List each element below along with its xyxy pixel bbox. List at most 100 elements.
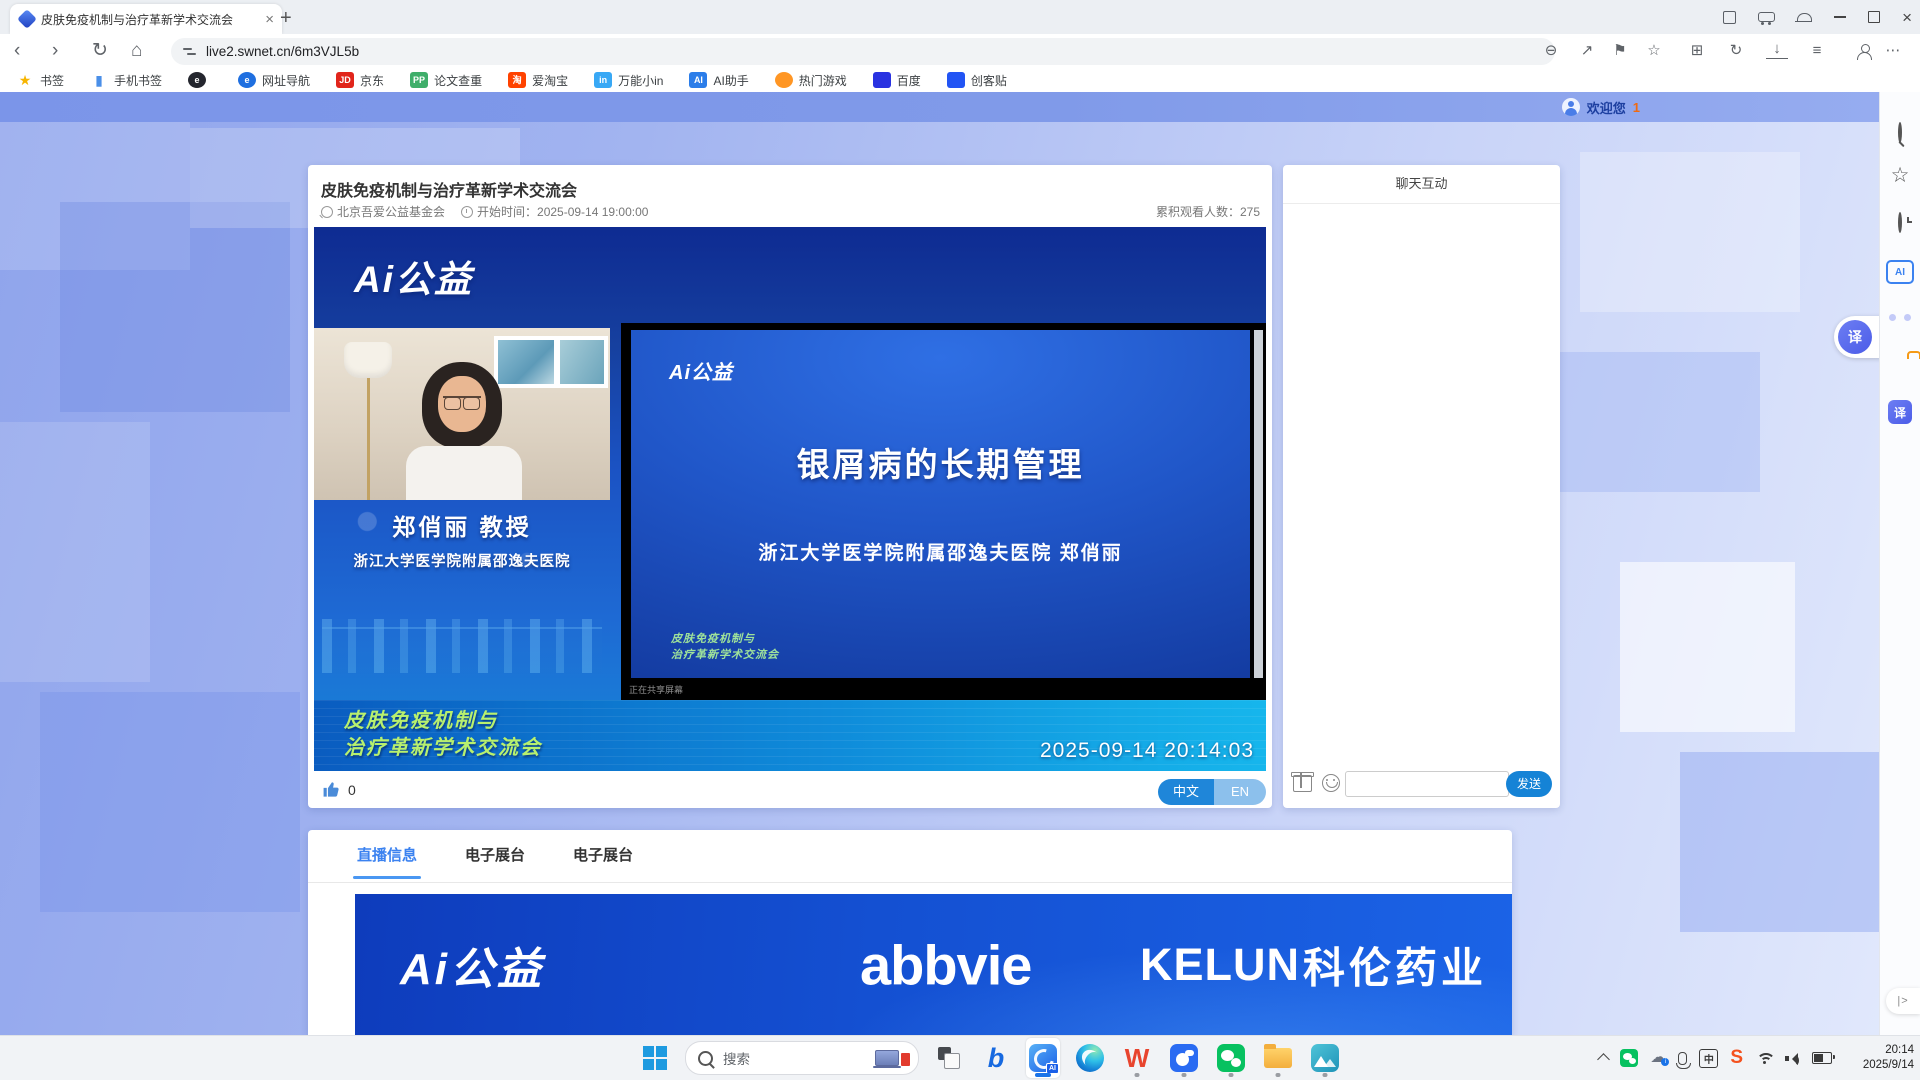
ai-browser-app[interactable]: AI bbox=[1026, 1038, 1060, 1078]
bookmark-item[interactable]: JD京东 bbox=[336, 72, 384, 89]
start-button[interactable] bbox=[638, 1038, 672, 1078]
netdisk-icon bbox=[1170, 1044, 1198, 1072]
sidebar-expander[interactable]: |> bbox=[1886, 988, 1920, 1014]
battery-icon[interactable] bbox=[1812, 1052, 1832, 1064]
share-note: 正在共享屏幕 bbox=[629, 683, 683, 696]
search-highlight-art[interactable] bbox=[875, 1050, 910, 1066]
tab-booth-1[interactable]: 电子展台 bbox=[465, 844, 525, 879]
bookmark-item[interactable]: in万能小in bbox=[594, 72, 663, 89]
emoji-icon[interactable] bbox=[1322, 774, 1340, 792]
sogou-icon[interactable]: S bbox=[1730, 1048, 1743, 1068]
wechat-tray-icon[interactable] bbox=[1620, 1049, 1638, 1067]
url-text[interactable]: live2.swnet.cn/6m3VJL5b bbox=[206, 44, 359, 59]
abbvie-logo: abbvie bbox=[860, 933, 1031, 998]
forward-button[interactable]: › bbox=[52, 38, 58, 64]
event-watermark: 皮肤免疫机制与 治疗革新学术交流会 bbox=[344, 708, 542, 762]
edge-app[interactable] bbox=[1073, 1038, 1107, 1078]
task-view-button[interactable] bbox=[932, 1038, 966, 1078]
browser-skin-icon[interactable] bbox=[1797, 13, 1812, 21]
sponsor-banner[interactable]: Ai公益 abbvie KELUN 科伦药业 bbox=[355, 894, 1512, 1036]
bookmark-item[interactable]: 淘爱淘宝 bbox=[508, 72, 568, 89]
bing-app[interactable]: b bbox=[979, 1038, 1013, 1078]
language-zh-button[interactable]: 中文 bbox=[1158, 779, 1214, 805]
maximize-button[interactable] bbox=[1868, 11, 1880, 23]
zoom-icon[interactable]: ⊖ bbox=[1540, 40, 1562, 62]
flag-icon[interactable]: ⚑ bbox=[1609, 40, 1631, 62]
welcome-area: 欢迎您 1 bbox=[1562, 96, 1640, 118]
bookmark-item[interactable]: ▮手机书签 bbox=[90, 72, 162, 89]
wps-app[interactable]: W bbox=[1120, 1038, 1154, 1078]
shared-screen: Ai公益 银屑病的长期管理 浙江大学医学院附属邵逸夫医院 郑俏丽 皮肤免疫机制与… bbox=[621, 323, 1266, 700]
send-button[interactable]: 发送 bbox=[1506, 771, 1552, 797]
wifi-icon[interactable] bbox=[1755, 1052, 1773, 1065]
slide-scrollbar[interactable] bbox=[1254, 330, 1263, 678]
video-player[interactable]: Ai公益 郑俏丽 教授 浙江大学医学院附属邵逸夫医院 bbox=[314, 227, 1266, 771]
ai-helper-icon: AI bbox=[689, 72, 707, 88]
home-button[interactable]: ⌂ bbox=[131, 38, 142, 64]
speaker-webcam bbox=[314, 328, 610, 500]
tab-close-icon[interactable]: × bbox=[265, 11, 274, 28]
history-clock-icon[interactable] bbox=[1898, 214, 1902, 232]
taskbar-search[interactable]: 搜索 bbox=[685, 1041, 919, 1075]
menu-icon[interactable]: ⋯ bbox=[1882, 40, 1904, 62]
close-window-button[interactable]: × bbox=[1902, 9, 1912, 26]
address-bar[interactable]: live2.swnet.cn/6m3VJL5b bbox=[171, 38, 1555, 65]
bookmark-item[interactable]: e网址导航 bbox=[238, 72, 310, 89]
taobao-icon: 淘 bbox=[508, 72, 526, 88]
browser-tool-icon[interactable] bbox=[1758, 12, 1775, 22]
reading-list-icon[interactable]: ≡ bbox=[1806, 40, 1828, 62]
translate-float-widget[interactable]: 译 bbox=[1834, 316, 1882, 358]
tab-live-info[interactable]: 直播信息 bbox=[357, 844, 417, 879]
like-button[interactable] bbox=[322, 780, 341, 804]
site-info-icon[interactable] bbox=[183, 47, 197, 57]
volume-icon[interactable] bbox=[1785, 1052, 1800, 1065]
microphone-icon[interactable] bbox=[1678, 1052, 1687, 1065]
tab-booth-2[interactable]: 电子展台 bbox=[573, 844, 633, 879]
history-sync-icon[interactable]: ↻ bbox=[1725, 40, 1747, 62]
workspace-icon[interactable] bbox=[1723, 11, 1736, 24]
edge-icon bbox=[1076, 1044, 1104, 1072]
stream-meta: 北京吾爱公益基金会 开始时间：2025-09-14 19:00:00 bbox=[321, 203, 648, 220]
bookmark-item[interactable]: AIAI助手 bbox=[689, 72, 748, 89]
bookmark-item[interactable]: PP论文查重 bbox=[410, 72, 482, 89]
input-method-icon[interactable]: 中 bbox=[1699, 1049, 1718, 1068]
favorite-star-icon[interactable]: ☆ bbox=[1643, 40, 1665, 62]
netdisk-app[interactable] bbox=[1167, 1038, 1201, 1078]
ai-assistant-icon[interactable]: AI bbox=[1886, 260, 1914, 284]
downloads-icon[interactable]: ↓ bbox=[1766, 40, 1788, 59]
meeting-app[interactable] bbox=[1308, 1038, 1342, 1078]
file-explorer-app[interactable] bbox=[1261, 1038, 1295, 1078]
taskbar-clock[interactable]: 20:14 2025/9/14 bbox=[1863, 1036, 1914, 1080]
translate-icon[interactable]: 译 bbox=[1888, 400, 1912, 424]
kelun-logo-en: KELUN bbox=[1140, 939, 1300, 991]
gift-icon[interactable] bbox=[1293, 775, 1312, 792]
speaker-shirt bbox=[406, 446, 522, 500]
wps-icon: W bbox=[1125, 1043, 1150, 1073]
hidden-icons-chevron[interactable] bbox=[1597, 1053, 1610, 1066]
chat-input[interactable] bbox=[1345, 771, 1509, 797]
back-button[interactable]: ‹ bbox=[14, 38, 20, 64]
bookmark-item[interactable]: 创客贴 bbox=[947, 72, 1007, 89]
user-avatar-icon[interactable] bbox=[1562, 98, 1580, 116]
search-icon[interactable] bbox=[1898, 124, 1902, 142]
system-tray: ☁ 中 S bbox=[1599, 1036, 1832, 1080]
baidu-icon bbox=[873, 72, 891, 88]
refresh-button[interactable]: ↻ bbox=[92, 38, 108, 64]
video-timestamp: 2025-09-14 20:14:03 bbox=[1040, 739, 1254, 763]
browser-tab[interactable]: 皮肤免疫机制与治疗革新学术交流会 × bbox=[10, 4, 282, 34]
new-tab-button[interactable]: + bbox=[280, 7, 292, 29]
bookmark-item[interactable]: e bbox=[188, 72, 212, 88]
tab-divider bbox=[308, 882, 1512, 883]
bookmark-item[interactable]: 热门游戏 bbox=[775, 72, 847, 89]
translate-badge-icon[interactable]: 译 bbox=[1838, 320, 1872, 354]
language-en-button[interactable]: EN bbox=[1214, 779, 1266, 805]
extensions-icon[interactable]: ⊞ bbox=[1686, 40, 1708, 62]
cloud-sync-icon[interactable]: ☁ bbox=[1650, 1050, 1666, 1066]
minimize-button[interactable] bbox=[1834, 16, 1846, 18]
share-icon[interactable]: ↗ bbox=[1576, 40, 1598, 62]
wechat-app[interactable] bbox=[1214, 1038, 1248, 1078]
speaker-affiliation: 浙江大学医学院附属邵逸夫医院 bbox=[314, 550, 610, 571]
bookmark-item[interactable]: 百度 bbox=[873, 72, 921, 89]
favorites-star-icon[interactable]: ☆ bbox=[1891, 166, 1910, 186]
bookmark-item[interactable]: ★书签 bbox=[16, 72, 64, 89]
